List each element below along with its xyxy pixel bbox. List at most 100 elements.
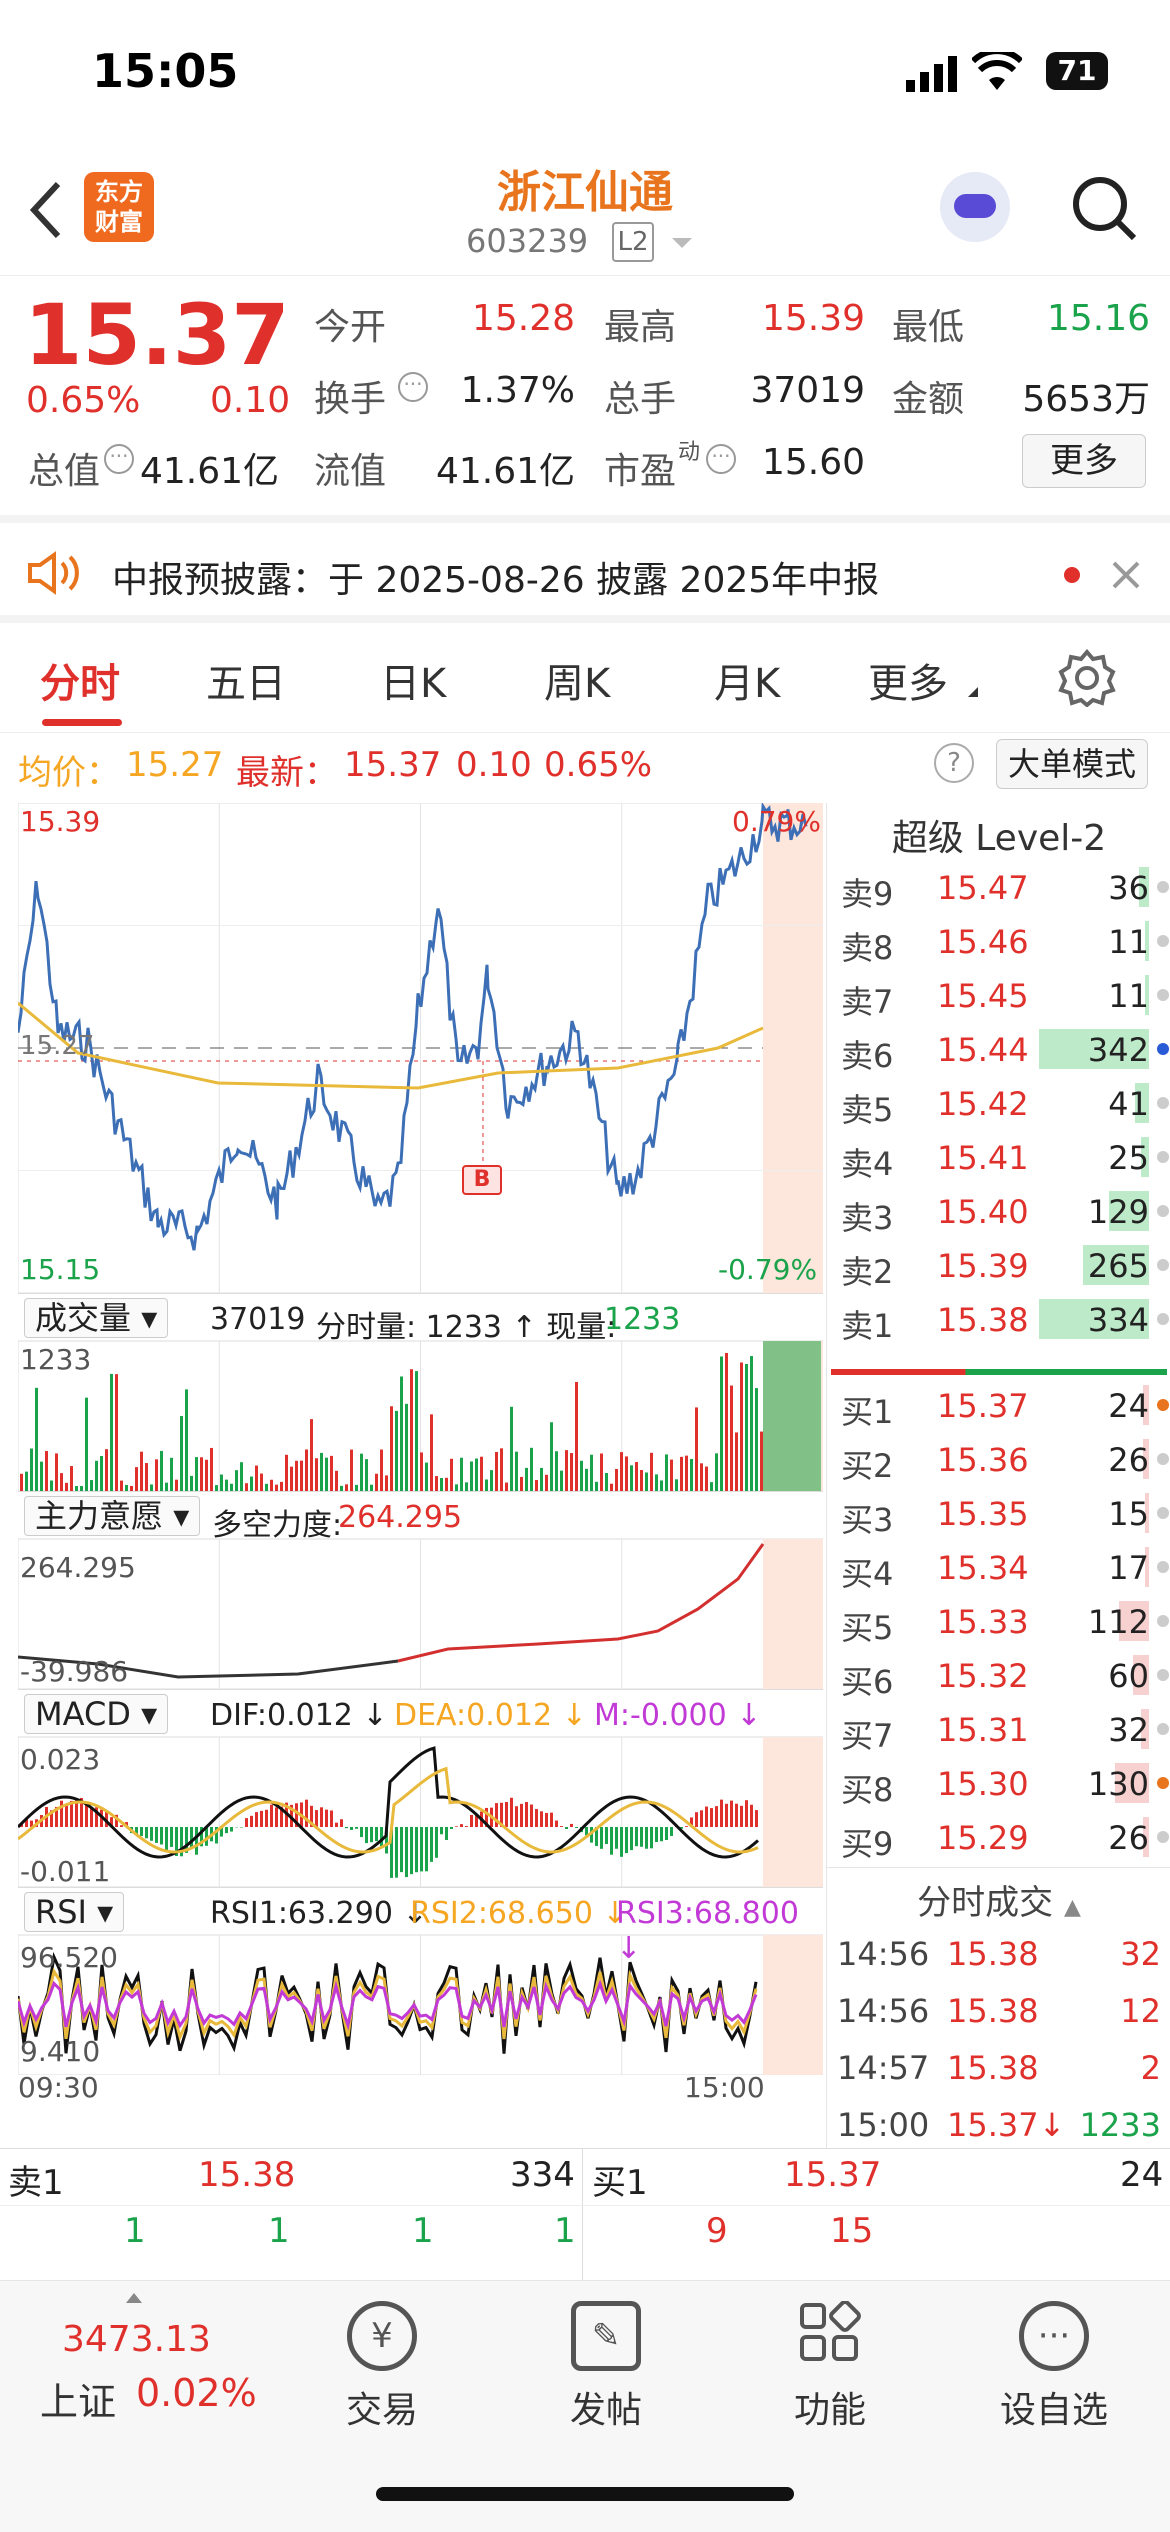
macd-bar [380, 1827, 383, 1847]
chart-area[interactable]: 15.39 15.27 15.15 0.79% -0.79% B 成交量 ▾ 3… [18, 803, 823, 2104]
ask-row[interactable]: 卖5 15.42 41 [827, 1077, 1170, 1131]
volume-bar [210, 1447, 213, 1491]
tab-daily[interactable]: 日K [380, 651, 446, 709]
post-label: 发帖 [569, 2390, 642, 2431]
function-button[interactable]: 功能 [730, 2300, 930, 2433]
bid-row[interactable]: 买9 15.29 26 [827, 1811, 1170, 1865]
level-label: 卖5 [841, 1091, 894, 1129]
depth-buy-price: 15.37 [784, 2155, 882, 2195]
macd-header: MACD ▾ DIF:0.012 ↓ DEA:0.012 ↓ M:-0.000 … [18, 1689, 823, 1737]
volume-selector[interactable]: 成交量 ▾ [24, 1298, 169, 1338]
bid-row[interactable]: 买7 15.31 32 [827, 1703, 1170, 1757]
volume-bar [480, 1456, 483, 1491]
level-price: 15.31 [937, 1711, 1029, 1749]
tab-intraday[interactable]: 分时 [40, 651, 120, 709]
macd-bar [330, 1810, 333, 1827]
trade-button[interactable]: ¥ 交易 [282, 2301, 482, 2433]
volume-bar [105, 1449, 108, 1491]
volume-bar [225, 1479, 228, 1491]
status-bar: 15:05 71 [0, 0, 1170, 150]
info-icon[interactable]: ··· [104, 444, 134, 474]
macd-bar [610, 1827, 613, 1855]
settings-icon[interactable] [1058, 649, 1116, 707]
bid-row[interactable]: 买4 15.34 17 [827, 1541, 1170, 1595]
volume-bar [140, 1451, 143, 1491]
level-label: 买9 [841, 1825, 894, 1863]
force-line-red [397, 1543, 765, 1663]
latest-percent: 0.65% [544, 745, 653, 785]
ask-row[interactable]: 卖9 15.47 36 [827, 861, 1170, 915]
amount-label: 金额 [892, 379, 965, 420]
volume-bar [610, 1483, 613, 1491]
level-label: 卖8 [841, 929, 894, 967]
rsi-y-top: 96.520 [20, 1941, 118, 1974]
index-value[interactable]: 3473.13 [62, 2319, 211, 2360]
buy-marker[interactable]: B [462, 1165, 502, 1195]
volume-bar [710, 1482, 713, 1491]
force-chart[interactable] [18, 1539, 823, 1689]
macd-bar [165, 1827, 168, 1851]
ask-row[interactable]: 卖6 15.44 342 [827, 1023, 1170, 1077]
bid-row[interactable]: 买5 15.33 112 [827, 1595, 1170, 1649]
close-icon[interactable] [1110, 559, 1142, 591]
level-dot [1157, 1399, 1169, 1411]
tab-five-day[interactable]: 五日 [206, 651, 286, 709]
bid-row[interactable]: 买1 15.37 24 [827, 1379, 1170, 1433]
assistant-avatar[interactable] [940, 172, 1010, 242]
ask-row[interactable]: 卖4 15.41 25 [827, 1131, 1170, 1185]
ask-row[interactable]: 卖2 15.39 265 [827, 1239, 1170, 1293]
ask-row[interactable]: 卖3 15.40 129 [827, 1185, 1170, 1239]
force-selector[interactable]: 主力意愿 ▾ [24, 1496, 201, 1536]
bid-row[interactable]: 买3 15.35 15 [827, 1487, 1170, 1541]
volume-bar [585, 1468, 588, 1491]
level-dot [1157, 1723, 1169, 1735]
chevron-down-icon[interactable] [670, 236, 694, 250]
add-watchlist-button[interactable]: ··· 设自选 [954, 2301, 1154, 2433]
trade-price: 15.38 [947, 1935, 1039, 1973]
tab-weekly[interactable]: 周K [544, 651, 610, 709]
tab-more[interactable]: 更多 [868, 651, 948, 709]
post-button[interactable]: ✎ 发帖 [506, 2301, 706, 2433]
ask-row[interactable]: 卖1 15.38 334 [827, 1293, 1170, 1347]
trades-title-row[interactable]: 分时成交 ▲ [827, 1875, 1170, 1924]
volume-bar [170, 1457, 173, 1491]
yen-icon: ¥ [347, 2301, 417, 2371]
volume-bar [470, 1461, 473, 1491]
help-icon[interactable]: ? [934, 743, 974, 783]
macd-selector[interactable]: MACD ▾ [24, 1694, 169, 1734]
volume-bar [190, 1475, 193, 1491]
level-label: 卖9 [841, 875, 894, 913]
bid-row[interactable]: 买8 15.30 130 [827, 1757, 1170, 1811]
bid-row[interactable]: 买2 15.36 26 [827, 1433, 1170, 1487]
search-icon[interactable] [1070, 174, 1140, 244]
volume-bar [180, 1416, 183, 1491]
force-y-bottom: -39.986 [20, 1655, 129, 1688]
macd-bar [730, 1800, 733, 1827]
macd-bar [700, 1810, 703, 1827]
volume-chart[interactable] [18, 1341, 823, 1491]
bid-row[interactable]: 买6 15.32 60 [827, 1649, 1170, 1703]
price-chart[interactable] [18, 803, 823, 1293]
notice-bar[interactable]: 中报预披露：于 2025-08-26 披露 2025年中报 [0, 515, 1170, 623]
info-icon[interactable]: ··· [398, 372, 428, 402]
volume-selector-label: 成交量 [35, 1299, 132, 1337]
level-label: 卖6 [841, 1037, 894, 1075]
macd-bar [430, 1827, 433, 1862]
wifi-icon [972, 52, 1022, 90]
macd-y-bottom: -0.011 [20, 1855, 111, 1888]
rsi-chart[interactable] [18, 1935, 823, 2075]
level-volume: 334 [1087, 1301, 1149, 1339]
big-order-mode-button[interactable]: 大单模式 [996, 739, 1148, 789]
tab-monthly[interactable]: 月K [714, 651, 780, 709]
volume-bar [120, 1480, 123, 1491]
rsi-selector[interactable]: RSI ▾ [24, 1892, 125, 1932]
volume-bar [35, 1387, 38, 1491]
ask-row[interactable]: 卖7 15.45 11 [827, 969, 1170, 1023]
macd-chart[interactable] [18, 1737, 823, 1887]
mcap-label: 总值 [28, 451, 101, 492]
volume-bar [315, 1458, 318, 1491]
ask-row[interactable]: 卖8 15.46 11 [827, 915, 1170, 969]
more-button[interactable]: 更多 [1022, 434, 1146, 488]
y-bottom-label: 15.15 [20, 1253, 101, 1286]
caret-up-icon[interactable] [124, 2291, 144, 2305]
